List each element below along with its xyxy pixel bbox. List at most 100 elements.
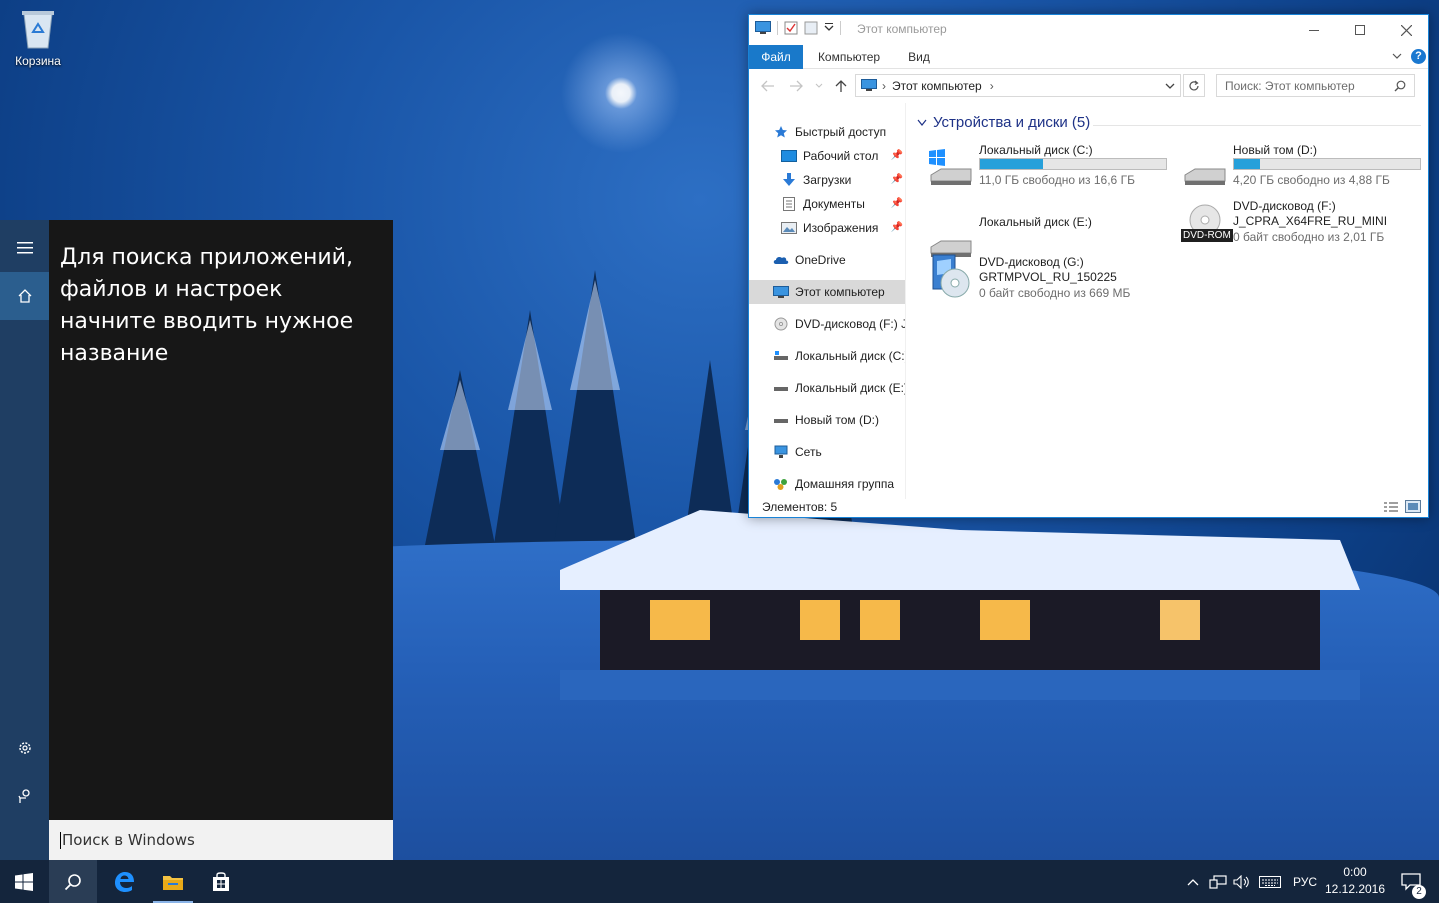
drive-tile-dvd-g[interactable]: DVD-дисковод (G:) GRTMPVOL_RU_150225 0 б…	[929, 253, 1179, 307]
windows-drive-icon	[929, 149, 972, 185]
breadcrumb-separator-icon: ›	[882, 78, 886, 93]
nav-label: Быстрый доступ	[795, 125, 887, 139]
document-icon	[781, 197, 797, 211]
nav-label: Новый том (D:)	[795, 413, 879, 427]
nav-label: DVD-дисковод (F:) J_	[795, 317, 905, 331]
address-bar[interactable]: › Этот компьютер ›	[855, 74, 1181, 97]
drive-tile-c[interactable]: Локальный диск (C:) 11,0 ГБ свободно из …	[929, 141, 1179, 195]
devices-group-header[interactable]: Устройства и диски (5)	[917, 114, 1090, 131]
nav-item-this-pc[interactable]: Этот компьютер	[749, 280, 905, 304]
up-arrow-icon[interactable]	[835, 79, 847, 93]
content-pane: Устройства и диски (5) Локальный диск (C…	[909, 103, 1428, 499]
explorer-search-input[interactable]: Поиск: Этот компьютер	[1216, 74, 1415, 97]
nav-label: OneDrive	[795, 253, 846, 267]
taskbar: РУС 0:00 12.12.2016 2	[0, 860, 1439, 903]
close-button[interactable]	[1383, 15, 1429, 45]
details-view-icon[interactable]	[1383, 501, 1399, 513]
refresh-button[interactable]	[1183, 74, 1205, 97]
back-arrow-icon[interactable]	[761, 80, 775, 92]
network-tray-icon[interactable]	[1208, 860, 1228, 903]
input-language-indicator[interactable]: РУС	[1290, 860, 1320, 903]
navigation-pane: Быстрый доступ Рабочий стол 📌 Загрузки 📌…	[749, 103, 906, 499]
text-caret	[60, 831, 61, 849]
clock-date: 12.12.2016	[1324, 882, 1386, 896]
drive-name: Новый том (D:)	[1233, 143, 1317, 157]
nav-item-dvd-f[interactable]: DVD-дисковод (F:) J_	[749, 312, 905, 336]
item-count: Элементов: 5	[762, 500, 838, 514]
drive-free-space: 11,0 ГБ свободно из 16,6 ГБ	[979, 173, 1135, 187]
action-center-button[interactable]: 2	[1396, 860, 1426, 903]
home-icon[interactable]	[0, 272, 49, 320]
edge-icon	[115, 871, 134, 892]
file-explorer-icon	[163, 875, 183, 890]
large-icons-view-icon[interactable]	[1405, 500, 1421, 513]
tab-file[interactable]: Файл	[749, 45, 803, 69]
store-icon	[213, 871, 229, 891]
expand-ribbon-icon[interactable]	[1392, 52, 1402, 60]
windows-search-input[interactable]: Поиск в Windows	[49, 820, 393, 860]
show-hidden-icons-button[interactable]	[1184, 860, 1202, 903]
pictures-icon	[781, 221, 797, 235]
store-button[interactable]	[197, 860, 245, 903]
nav-item-network[interactable]: Сеть	[749, 440, 905, 464]
desktop-icon-recycle-bin[interactable]: Корзина	[6, 8, 70, 68]
drive-tile-d[interactable]: Новый том (D:) 4,20 ГБ свободно из 4,88 …	[1183, 141, 1433, 195]
file-explorer-button[interactable]	[149, 860, 197, 903]
minimize-button[interactable]	[1291, 15, 1337, 45]
explorer-search-placeholder: Поиск: Этот компьютер	[1225, 78, 1355, 93]
homegroup-icon	[773, 477, 789, 491]
volume-tray-icon[interactable]	[1232, 860, 1252, 903]
desktop-icon-label: Корзина	[15, 54, 61, 68]
explorer-titlebar[interactable]: Этот компьютер	[749, 15, 1428, 45]
nav-item-drive-e[interactable]: Локальный диск (E:)	[749, 376, 905, 400]
new-folder-icon[interactable]	[804, 21, 818, 35]
window-title: Этот компьютер	[857, 22, 947, 36]
group-divider	[1093, 125, 1421, 126]
nav-label: Этот компьютер	[795, 285, 885, 299]
wallpaper-house	[560, 510, 1360, 700]
address-dropdown-icon[interactable]	[1165, 83, 1175, 90]
keyboard-tray-icon[interactable]	[1257, 860, 1283, 903]
edge-button[interactable]	[100, 860, 148, 903]
drive-usage-fill	[980, 159, 1044, 169]
feedback-icon[interactable]	[0, 772, 49, 820]
drive-usage-bar	[979, 158, 1167, 170]
settings-icon[interactable]	[0, 724, 49, 772]
tab-view[interactable]: Вид	[899, 45, 939, 69]
start-icon	[15, 872, 33, 891]
nav-item-drive-d[interactable]: Новый том (D:)	[749, 408, 905, 432]
taskbar-clock[interactable]: 0:00 12.12.2016	[1322, 864, 1388, 898]
hamburger-menu-icon[interactable]	[0, 224, 49, 272]
chevron-down-icon[interactable]	[824, 23, 834, 33]
drive-name: Локальный диск (C:)	[979, 143, 1093, 157]
nav-item-desktop[interactable]: Рабочий стол 📌	[749, 144, 905, 168]
breadcrumb-this-pc[interactable]: Этот компьютер	[892, 79, 982, 93]
drive-icon	[1184, 168, 1226, 185]
nav-item-homegroup[interactable]: Домашняя группа	[749, 472, 905, 496]
refresh-icon	[1189, 80, 1199, 90]
nav-item-documents[interactable]: Документы 📌	[749, 192, 905, 216]
properties-icon[interactable]	[784, 21, 798, 35]
forward-arrow-icon[interactable]	[789, 80, 803, 92]
breadcrumb-separator-icon: ›	[989, 78, 994, 93]
status-bar: Элементов: 5	[749, 499, 1428, 517]
drive-tile-dvd-f[interactable]: DVD-ROM DVD-дисковод (F:) J_CPRA_X64FRE_…	[1181, 197, 1433, 251]
nav-item-downloads[interactable]: Загрузки 📌	[749, 168, 905, 192]
nav-item-drive-c[interactable]: Локальный диск (C:)	[749, 344, 905, 368]
nav-item-quick-access[interactable]: Быстрый доступ	[749, 120, 905, 144]
pin-icon: 📌	[890, 150, 903, 161]
toolbar-divider	[777, 21, 778, 35]
recent-locations-icon[interactable]	[815, 83, 823, 89]
star-icon	[773, 125, 789, 139]
maximize-button[interactable]	[1337, 15, 1383, 45]
computer-icon	[773, 285, 789, 299]
search-results-panel: Для поиска приложений, файлов и настроек…	[49, 220, 393, 820]
help-icon[interactable]: ?	[1411, 49, 1426, 64]
taskbar-search-button[interactable]	[49, 860, 97, 903]
tab-computer[interactable]: Компьютер	[811, 45, 887, 69]
dvd-rom-badge: DVD-ROM	[1181, 229, 1233, 242]
pin-icon: 📌	[890, 174, 903, 185]
nav-item-pictures[interactable]: Изображения 📌	[749, 216, 905, 240]
nav-item-onedrive[interactable]: OneDrive	[749, 248, 905, 272]
start-button[interactable]	[0, 860, 48, 903]
